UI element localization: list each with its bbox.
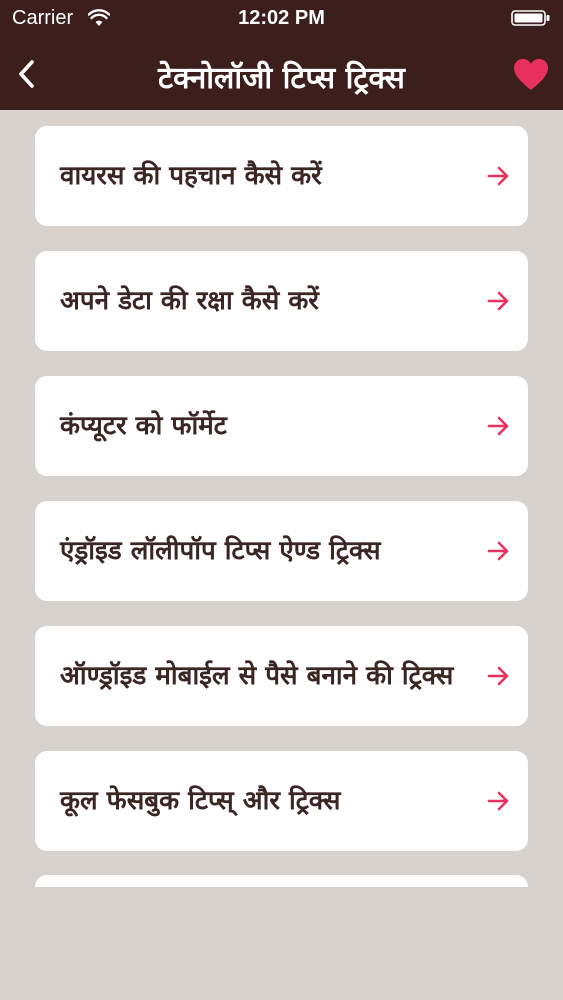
list-item-label: कूल फेसबुक टिप्स् और ट्रिक्स xyxy=(60,786,341,816)
list-item-label: ऑण्ड्रॉइड मोबाईल से पैसे बनाने की ट्रिक्… xyxy=(60,661,454,691)
list-item-label: कंप्यूटर को फॉर्मेट xyxy=(60,411,227,441)
arrow-right-icon xyxy=(487,416,509,436)
navigation-bar: टेक्नोलॉजी टिप्स ट्रिक्स xyxy=(0,38,563,110)
status-bar: Carrier 12:02 PM xyxy=(0,0,563,38)
arrow-right-icon xyxy=(487,666,509,686)
arrow-right-icon xyxy=(487,166,509,186)
list-item-label: अपने डेटा की रक्षा कैसे करें xyxy=(60,286,319,316)
arrow-right-icon xyxy=(487,291,509,311)
arrow-right-icon xyxy=(487,791,509,811)
page-title: टेक्नोलॉजी टिप्स ट्रिक्स xyxy=(158,61,405,96)
status-time: 12:02 PM xyxy=(238,7,325,29)
list-item[interactable]: एंड्रॉइड लॉलीपॉप टिप्स ऐण्ड ट्रिक्स xyxy=(35,501,528,601)
list-item[interactable]: कंप्यूटर को फॉर्मेट xyxy=(35,376,528,476)
arrow-right-icon xyxy=(487,541,509,561)
list-item[interactable]: अपने डेटा की रक्षा कैसे करें xyxy=(35,251,528,351)
battery-icon xyxy=(511,10,550,26)
list-item-label: वायरस की पहचान कैसे करें xyxy=(60,161,322,191)
list-item[interactable]: ऑण्ड्रॉइड मोबाईल से पैसे बनाने की ट्रिक्… xyxy=(35,626,528,726)
heart-icon[interactable] xyxy=(513,58,549,92)
list-item[interactable]: कूल फेसबुक टिप्स् और ट्रिक्स xyxy=(35,751,528,851)
back-button[interactable] xyxy=(12,56,46,92)
tips-list: वायरस की पहचान कैसे करें अपने डेटा की रक… xyxy=(35,126,528,876)
list-item-label: एंड्रॉइड लॉलीपॉप टिप्स ऐण्ड ट्रिक्स xyxy=(60,536,381,566)
list-item-partial[interactable] xyxy=(35,875,528,887)
list-item[interactable]: वायरस की पहचान कैसे करें xyxy=(35,126,528,226)
